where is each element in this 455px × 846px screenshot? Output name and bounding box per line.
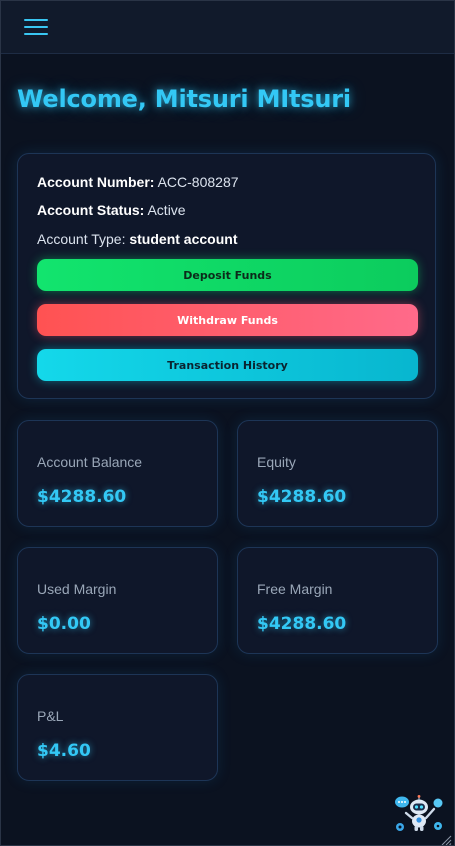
- withdraw-funds-button[interactable]: Withdraw Funds: [37, 304, 418, 336]
- account-number-label: Account Number:: [37, 174, 155, 190]
- account-number-row: Account Number: ACC-808287: [37, 174, 239, 190]
- used-margin-label: Used Margin: [37, 581, 117, 597]
- pnl-label: P&L: [37, 708, 64, 724]
- account-status-row: Account Status: Active: [37, 202, 186, 218]
- account-status-value: Active: [147, 202, 186, 218]
- resize-grip-icon[interactable]: [440, 831, 452, 845]
- deposit-funds-button[interactable]: Deposit Funds: [37, 259, 418, 291]
- robot-assistant-icon[interactable]: [393, 794, 445, 836]
- equity-card: Equity $4288.60: [237, 420, 438, 527]
- app-frame: Welcome, Mitsuri MItsuri Account Number:…: [0, 0, 455, 846]
- top-navbar: [1, 1, 454, 54]
- page-title: Welcome, Mitsuri MItsuri: [17, 85, 351, 113]
- user-name: Mitsuri MItsuri: [154, 85, 351, 113]
- transaction-history-button[interactable]: Transaction History: [37, 349, 418, 381]
- pnl-card: P&L $4.60: [17, 674, 218, 781]
- free-margin-value: $4288.60: [257, 614, 347, 634]
- pnl-value: $4.60: [37, 741, 91, 761]
- free-margin-card: Free Margin $4288.60: [237, 547, 438, 654]
- used-margin-value: $0.00: [37, 614, 91, 634]
- hamburger-menu-icon[interactable]: [24, 16, 48, 38]
- account-status-label: Account Status:: [37, 202, 145, 218]
- account-type-value: student account: [129, 231, 238, 247]
- account-number-value: ACC-808287: [157, 174, 239, 190]
- account-type-row: Account Type: student account: [37, 231, 237, 247]
- free-margin-label: Free Margin: [257, 581, 333, 597]
- welcome-prefix: Welcome,: [17, 85, 155, 113]
- equity-label: Equity: [257, 454, 296, 470]
- account-type-label: Account Type:: [37, 231, 126, 247]
- account-balance-label: Account Balance: [37, 454, 143, 470]
- account-info-card: Account Number: ACC-808287 Account Statu…: [17, 153, 436, 399]
- account-balance-card: Account Balance $4288.60: [17, 420, 218, 527]
- used-margin-card: Used Margin $0.00: [17, 547, 218, 654]
- equity-value: $4288.60: [257, 487, 347, 507]
- account-balance-value: $4288.60: [37, 487, 127, 507]
